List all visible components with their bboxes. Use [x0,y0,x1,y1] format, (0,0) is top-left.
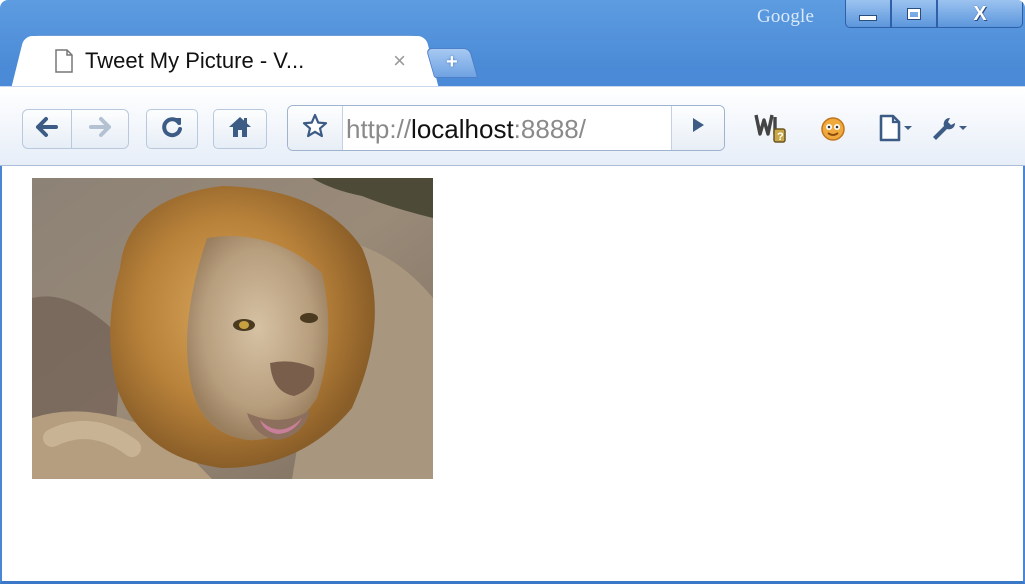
svg-text:?: ? [777,131,784,143]
web-developer-icon: ? [752,112,788,149]
bookmark-star-icon [302,113,328,144]
url-host: localhost [411,114,514,144]
forward-arrow-icon [88,116,112,142]
tab-close-icon[interactable]: × [393,50,406,72]
new-tab-button[interactable]: + [425,48,479,78]
url-text[interactable]: http://localhost:8888/ [346,114,586,145]
url-scheme: http:// [346,114,412,144]
toolbar: http://localhost:8888/ ? [0,86,1025,166]
page-menu-icon [878,114,914,147]
reload-button[interactable] [146,109,198,149]
url-port-path: :8888/ [513,114,586,144]
lion-photo [32,178,433,479]
maximize-icon [907,7,921,20]
close-icon: X [973,2,987,25]
page-icon [54,49,74,73]
minimize-icon [859,14,877,21]
google-brand-label: Google [757,6,815,27]
back-arrow-icon [35,116,59,142]
home-button[interactable] [213,109,267,149]
wrench-menu-icon [930,114,968,147]
page-content [0,166,1025,584]
minimize-button[interactable] [845,0,891,28]
smiley-extension-icon [818,113,848,148]
new-tab-icon: + [446,51,458,73]
close-window-button[interactable]: X [937,0,1023,28]
wrench-menu-button[interactable] [930,115,968,145]
go-arrow-icon [690,116,706,140]
go-button[interactable] [671,106,724,150]
reload-icon [160,115,184,144]
browser-window: Google X Tweet My Picture - V... × + htt… [0,0,1025,584]
web-developer-extension-button[interactable]: ? [752,114,788,145]
tab-active[interactable]: Tweet My Picture - V... × [30,36,420,86]
address-bar[interactable]: http://localhost:8888/ [287,105,725,151]
smiley-extension-button[interactable] [818,115,848,145]
tab-title: Tweet My Picture - V... [85,48,305,73]
home-icon [227,115,253,144]
maximize-button[interactable] [891,0,937,28]
forward-button[interactable] [71,109,129,149]
back-button[interactable] [22,109,72,149]
bookmark-star-button[interactable] [288,106,343,150]
page-menu-button[interactable] [878,114,914,147]
